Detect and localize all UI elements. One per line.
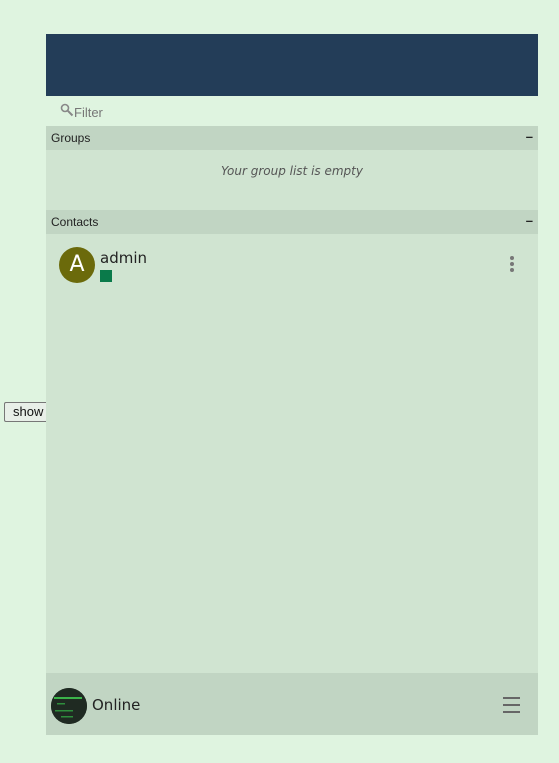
groups-collapse-toggle[interactable]: – — [526, 129, 533, 144]
show-button[interactable]: show — [4, 402, 50, 422]
presence-status[interactable]: Online — [92, 696, 140, 714]
filter-bar — [46, 96, 538, 126]
avatar: A — [59, 247, 95, 283]
contact-name: admin — [100, 249, 147, 267]
panel-header — [46, 34, 538, 96]
groups-title: Groups — [51, 131, 91, 145]
contacts-collapse-toggle[interactable]: – — [526, 213, 533, 228]
groups-section-header[interactable]: Groups – — [46, 126, 538, 150]
groups-empty-message: Your group list is empty — [221, 164, 363, 178]
status-indicator — [100, 270, 112, 282]
contacts-title: Contacts — [51, 215, 99, 229]
hamburger-icon[interactable] — [503, 697, 521, 715]
account-footer: Online — [46, 673, 538, 735]
contact-list-panel: Groups – Your group list is empty Contac… — [46, 34, 538, 735]
contact-item[interactable]: A admin — [46, 240, 538, 290]
user-avatar[interactable] — [51, 688, 87, 724]
more-options-icon[interactable] — [508, 256, 516, 276]
filter-input[interactable] — [74, 102, 514, 122]
contacts-section-header[interactable]: Contacts – — [46, 210, 538, 234]
search-icon — [60, 103, 74, 117]
